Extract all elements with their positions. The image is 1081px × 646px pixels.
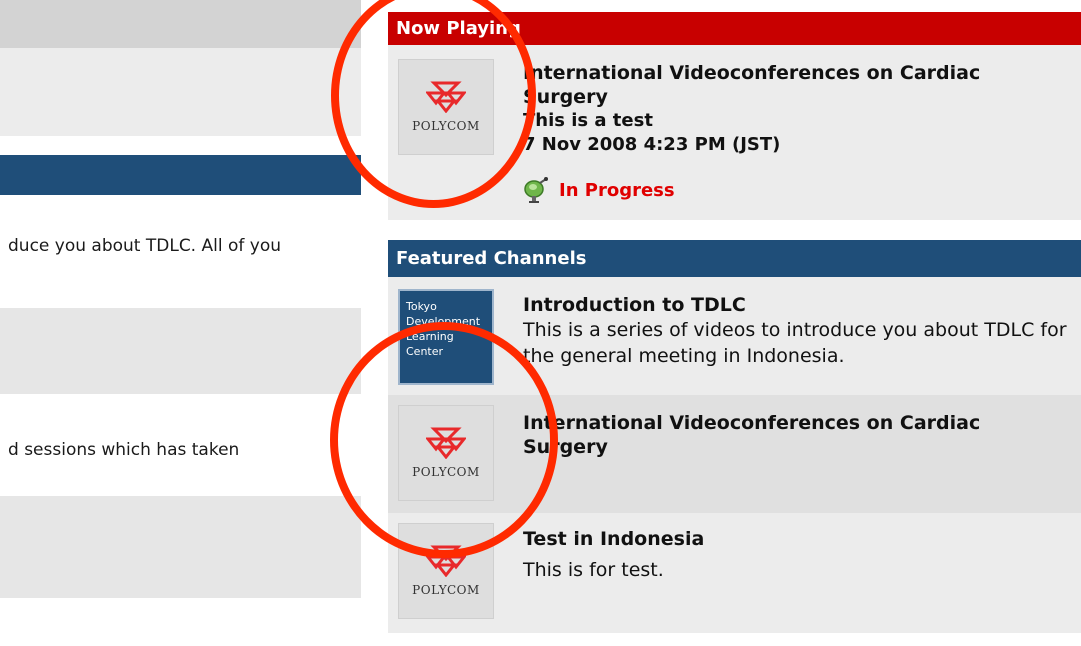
- polycom-thumbnail[interactable]: POLYCOM: [398, 523, 494, 619]
- featured-channel-item[interactable]: Tokyo Development Learning Center Introd…: [388, 277, 1081, 395]
- thumb-text: Tokyo: [406, 300, 437, 313]
- polycom-brand-text: POLYCOM: [412, 119, 480, 133]
- thumb-text: Center: [406, 345, 444, 358]
- left-panel-block: [0, 48, 361, 136]
- tdlc-thumbnail[interactable]: Tokyo Development Learning Center: [398, 289, 494, 385]
- left-panel-block: [0, 308, 361, 394]
- now-playing-item[interactable]: POLYCOM International Videoconferences o…: [388, 45, 1081, 220]
- left-panel-block: [0, 496, 361, 598]
- polycom-logo-icon: [426, 81, 466, 113]
- thumb-text: Learning: [406, 330, 454, 343]
- now-playing-title[interactable]: International Videoconferences on Cardia…: [523, 61, 1071, 109]
- channel-title[interactable]: Introduction to TDLC: [523, 293, 1071, 317]
- polycom-brand-text: POLYCOM: [412, 583, 480, 597]
- satellite-dish-icon: [524, 177, 548, 203]
- now-playing-subtitle: This is a test: [523, 110, 653, 131]
- channel-title[interactable]: International Videoconferences on Cardia…: [523, 411, 1071, 459]
- now-playing-datetime: 7 Nov 2008 4:23 PM (JST): [523, 134, 781, 155]
- left-section-header: [0, 155, 361, 195]
- polycom-thumbnail[interactable]: POLYCOM: [398, 59, 494, 155]
- polycom-thumbnail[interactable]: POLYCOM: [398, 405, 494, 501]
- channel-description: This is for test.: [523, 559, 664, 581]
- polycom-logo-icon: [426, 427, 466, 459]
- now-playing-header: Now Playing: [388, 12, 1081, 45]
- featured-channel-item[interactable]: POLYCOM Test in Indonesia This is for te…: [388, 513, 1081, 633]
- featured-channel-item[interactable]: POLYCOM International Videoconferences o…: [388, 395, 1081, 513]
- polycom-logo-icon: [426, 545, 466, 577]
- polycom-brand-text: POLYCOM: [412, 465, 480, 479]
- thumb-text: Development: [406, 315, 481, 328]
- left-text-row: duce you about TDLC. All of you: [8, 236, 281, 256]
- now-playing-status: In Progress: [523, 177, 675, 203]
- left-text-row: d sessions which has taken: [8, 440, 240, 460]
- channel-title[interactable]: Test in Indonesia: [523, 527, 1071, 551]
- featured-channels-header: Featured Channels: [388, 240, 1081, 277]
- left-top-bar: [0, 0, 361, 48]
- channel-description: This is a series of videos to introduce …: [523, 319, 1067, 367]
- in-progress-label: In Progress: [559, 179, 675, 201]
